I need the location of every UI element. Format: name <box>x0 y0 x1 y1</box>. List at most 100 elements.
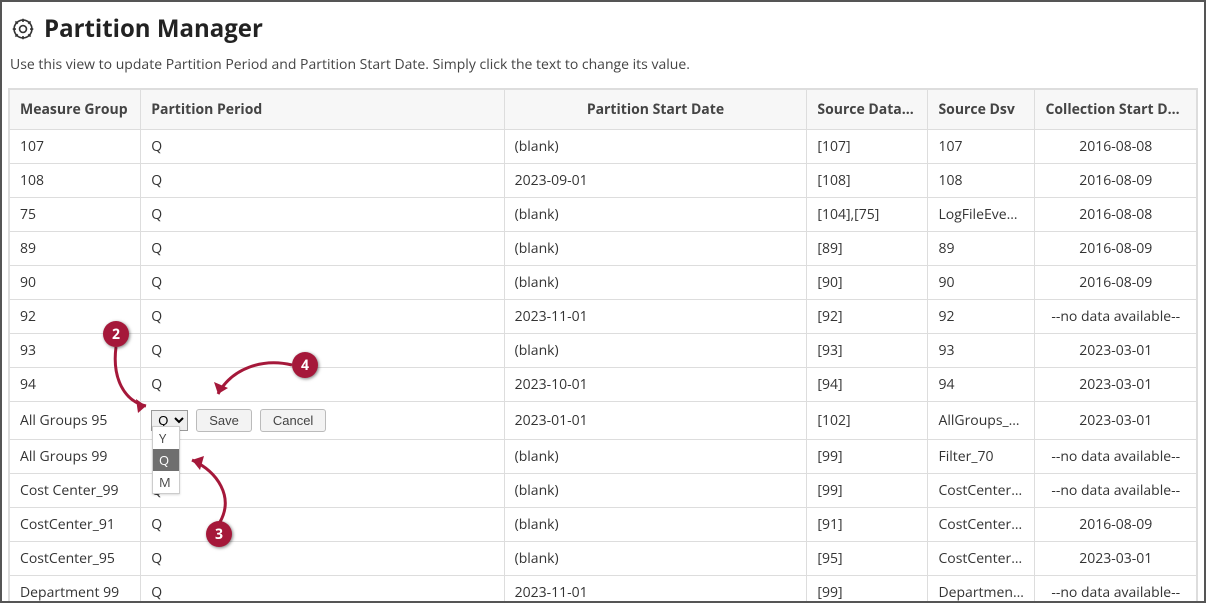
period-option-y[interactable]: Y <box>153 427 179 449</box>
cell-source-datatype: [107] <box>807 130 928 164</box>
col-collection-start-date[interactable]: Collection Start Date <box>1035 90 1197 130</box>
cell-source-datatype: [108] <box>807 164 928 198</box>
cell-partition-period[interactable]: Q <box>141 164 504 198</box>
cell-collection-start-date: --no data available-- <box>1035 474 1197 508</box>
cell-partition-start-date[interactable]: 2023-01-01 <box>504 402 807 440</box>
cell-partition-start-date[interactable]: (blank) <box>504 508 807 542</box>
period-option-m[interactable]: M <box>153 471 179 493</box>
table-row: 90Q(blank)[90]902016-08-09 <box>10 266 1197 300</box>
cell-source-dsv: 93 <box>928 334 1035 368</box>
cell-collection-start-date: 2023-03-01 <box>1035 542 1197 576</box>
cell-source-dsv: 90 <box>928 266 1035 300</box>
cancel-button[interactable]: Cancel <box>260 409 326 432</box>
period-option-q[interactable]: Q <box>153 449 179 471</box>
table-row: 108Q2023-09-01[108]1082016-08-09 <box>10 164 1197 198</box>
cell-source-dsv: 89 <box>928 232 1035 266</box>
cell-source-datatype: [93] <box>807 334 928 368</box>
cell-collection-start-date: 2016-08-09 <box>1035 164 1197 198</box>
cell-source-datatype: [92] <box>807 300 928 334</box>
cell-partition-start-date[interactable]: 2023-09-01 <box>504 164 807 198</box>
cell-partition-start-date[interactable]: (blank) <box>504 542 807 576</box>
cell-partition-period[interactable]: Q <box>141 508 504 542</box>
col-measure-group[interactable]: Measure Group <box>10 90 141 130</box>
cell-source-datatype: [99] <box>807 440 928 474</box>
callout-4: 4 <box>292 352 318 378</box>
cell-partition-start-date[interactable]: (blank) <box>504 130 807 164</box>
cell-collection-start-date: 2023-03-01 <box>1035 402 1197 440</box>
cell-partition-period[interactable]: YQMSaveCancel <box>141 402 504 440</box>
page-header: Partition Manager <box>8 6 1198 49</box>
period-dropdown-menu[interactable]: Y Q M <box>152 426 180 494</box>
col-source-dsv[interactable]: Source Dsv <box>928 90 1035 130</box>
app-frame: Partition Manager Use this view to updat… <box>0 0 1206 603</box>
cell-collection-start-date: 2016-08-09 <box>1035 266 1197 300</box>
table-row: Cost Center_99Q(blank)[99]CostCenter_99-… <box>10 474 1197 508</box>
table-row: 75Q(blank)[104],[75]LogFileEvents2016-08… <box>10 198 1197 232</box>
cell-partition-period[interactable]: Q <box>141 542 504 576</box>
table-row: 94Q2023-10-01[94]942023-03-01 <box>10 368 1197 402</box>
cell-measure-group: 108 <box>10 164 141 198</box>
save-button[interactable]: Save <box>196 409 252 432</box>
table-row: 107Q(blank)[107]1072016-08-08 <box>10 130 1197 164</box>
cell-partition-period[interactable]: Q <box>141 368 504 402</box>
cell-source-dsv: CostCenter_95 <box>928 542 1035 576</box>
cell-partition-start-date[interactable]: (blank) <box>504 440 807 474</box>
cell-source-dsv: CostCenter_99 <box>928 474 1035 508</box>
cell-partition-start-date[interactable]: (blank) <box>504 266 807 300</box>
cell-collection-start-date: 2016-08-08 <box>1035 198 1197 232</box>
cell-source-dsv: CostCenter_91 <box>928 508 1035 542</box>
cell-source-datatype: [99] <box>807 474 928 508</box>
cell-partition-period[interactable]: Q <box>141 334 504 368</box>
table-row: Department 99Q2023-11-01[99]Department 9… <box>10 576 1197 603</box>
table-row: All Groups 99Q(blank)[99]Filter_70--no d… <box>10 440 1197 474</box>
col-source-datatype[interactable]: Source Datatype <box>807 90 928 130</box>
cell-partition-period[interactable]: Q <box>141 300 504 334</box>
cell-partition-start-date[interactable]: 2023-11-01 <box>504 300 807 334</box>
cell-measure-group: 107 <box>10 130 141 164</box>
cell-partition-period[interactable]: Q <box>141 474 504 508</box>
callout-3: 3 <box>206 521 232 547</box>
cell-partition-start-date[interactable]: (blank) <box>504 198 807 232</box>
cell-measure-group: Department 99 <box>10 576 141 603</box>
cell-partition-start-date[interactable]: 2023-11-01 <box>504 576 807 603</box>
cell-measure-group: 75 <box>10 198 141 232</box>
col-partition-start-date[interactable]: Partition Start Date <box>504 90 807 130</box>
cell-collection-start-date: --no data available-- <box>1035 440 1197 474</box>
gear-icon <box>10 16 36 42</box>
table-row: CostCenter_95Q(blank)[95]CostCenter_9520… <box>10 542 1197 576</box>
cell-partition-period[interactable]: Q <box>141 232 504 266</box>
table-row: 93Q(blank)[93]932023-03-01 <box>10 334 1197 368</box>
cell-source-dsv: 107 <box>928 130 1035 164</box>
cell-collection-start-date: 2016-08-08 <box>1035 130 1197 164</box>
cell-source-dsv: AllGroups_102 <box>928 402 1035 440</box>
cell-measure-group: CostCenter_95 <box>10 542 141 576</box>
cell-partition-period[interactable]: Q <box>141 576 504 603</box>
cell-partition-start-date[interactable]: (blank) <box>504 232 807 266</box>
col-partition-period[interactable]: Partition Period <box>141 90 504 130</box>
cell-partition-period[interactable]: Q <box>141 130 504 164</box>
cell-source-dsv: 94 <box>928 368 1035 402</box>
cell-measure-group: Cost Center_99 <box>10 474 141 508</box>
cell-source-datatype: [104],[75] <box>807 198 928 232</box>
cell-source-datatype: [89] <box>807 232 928 266</box>
cell-source-dsv: Department 99 <box>928 576 1035 603</box>
cell-source-dsv: Filter_70 <box>928 440 1035 474</box>
cell-partition-start-date[interactable]: 2023-10-01 <box>504 368 807 402</box>
cell-partition-start-date[interactable]: (blank) <box>504 474 807 508</box>
cell-source-datatype: [91] <box>807 508 928 542</box>
cell-measure-group: 89 <box>10 232 141 266</box>
table-row: 92Q2023-11-01[92]92--no data available-- <box>10 300 1197 334</box>
partition-table: Measure Group Partition Period Partition… <box>9 89 1197 603</box>
callout-2: 2 <box>103 321 129 347</box>
cell-source-datatype: [102] <box>807 402 928 440</box>
page-subtitle: Use this view to update Partition Period… <box>8 49 1198 88</box>
cell-collection-start-date: 2023-03-01 <box>1035 334 1197 368</box>
cell-measure-group: 90 <box>10 266 141 300</box>
cell-measure-group: 94 <box>10 368 141 402</box>
partition-table-wrap: Measure Group Partition Period Partition… <box>8 88 1198 603</box>
cell-partition-start-date[interactable]: (blank) <box>504 334 807 368</box>
cell-collection-start-date: 2023-03-01 <box>1035 368 1197 402</box>
cell-partition-period[interactable]: Q <box>141 198 504 232</box>
cell-partition-period[interactable]: Q <box>141 266 504 300</box>
cell-partition-period[interactable]: Q <box>141 440 504 474</box>
